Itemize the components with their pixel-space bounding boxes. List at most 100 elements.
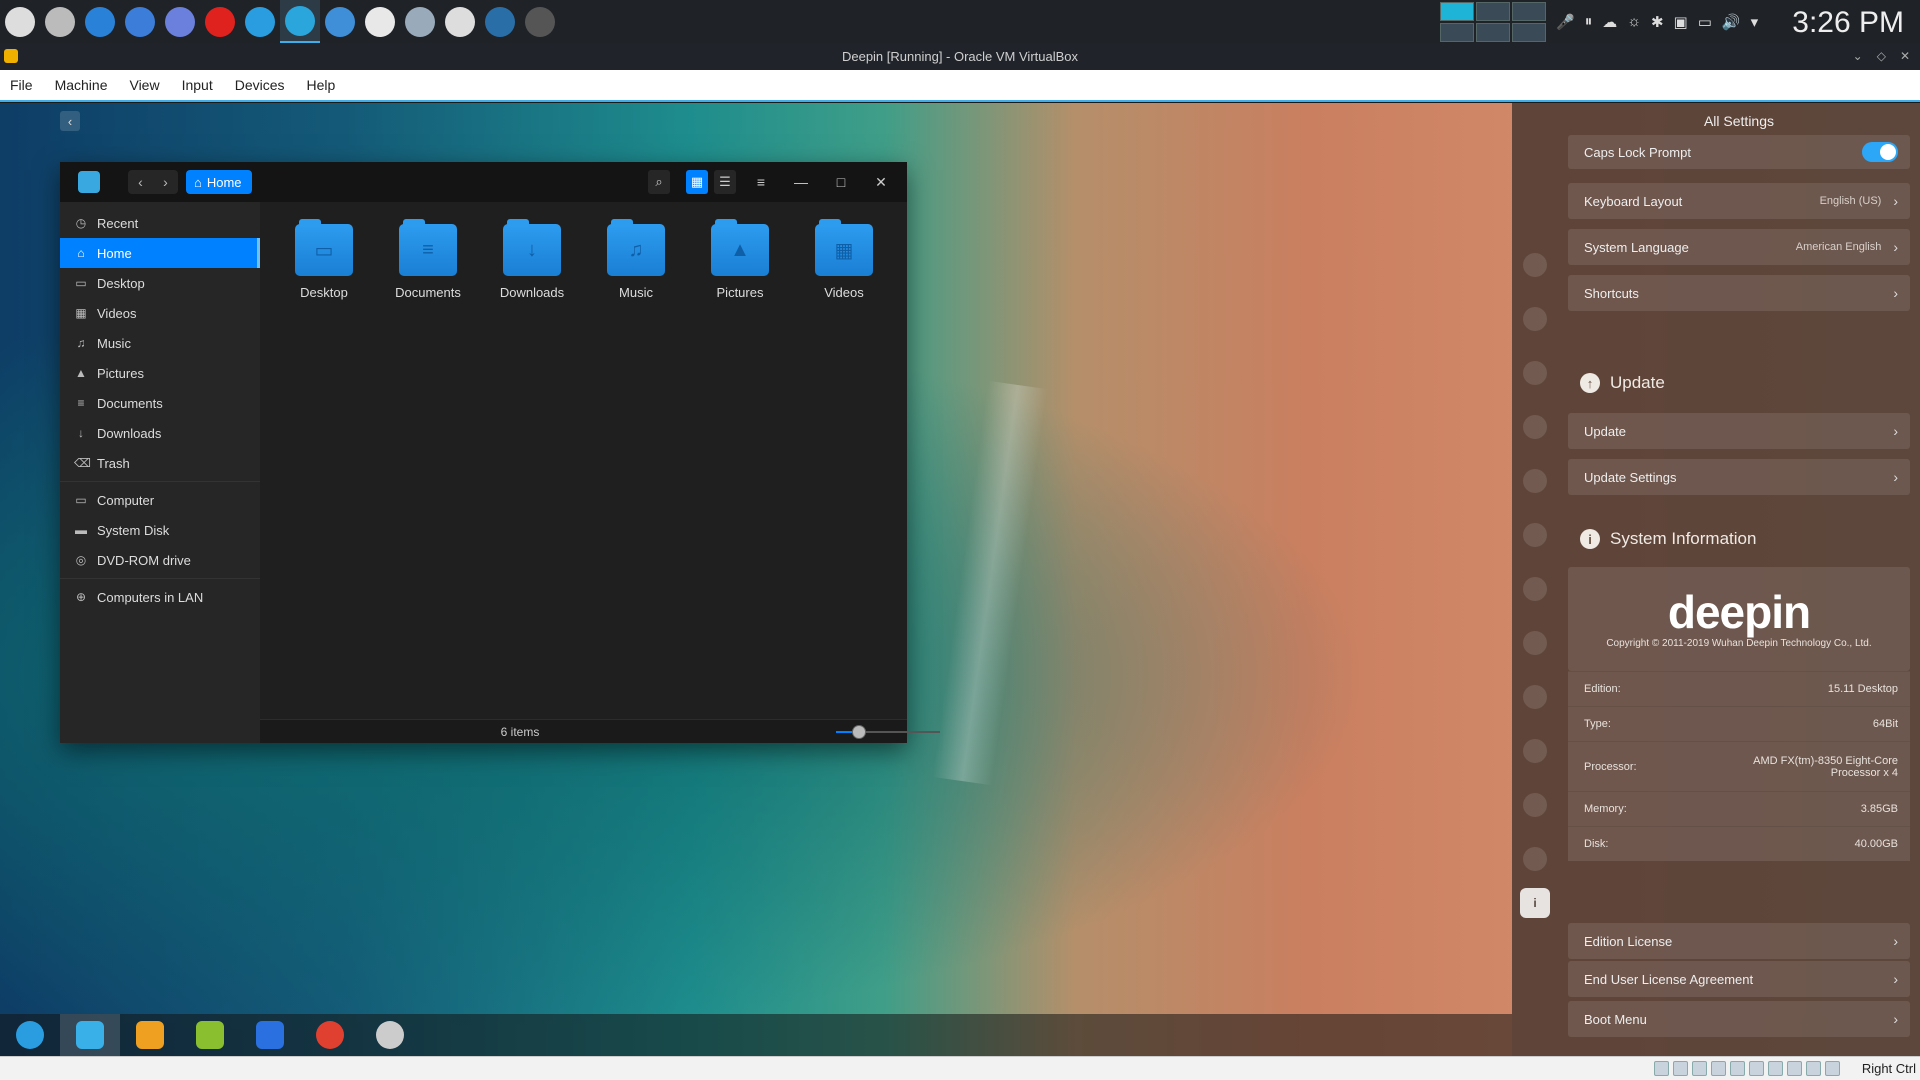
menu-icon[interactable]: ≡	[741, 162, 781, 202]
icon-view-icon[interactable]: ▦	[686, 170, 708, 194]
mouse-icon[interactable]	[1523, 739, 1547, 763]
power-icon[interactable]	[1523, 685, 1547, 709]
folder-downloads[interactable]: ↓ Downloads	[487, 219, 577, 300]
taskbar-item[interactable]	[360, 0, 400, 43]
setting-caps-lock-prompt[interactable]: Caps Lock Prompt	[1568, 135, 1910, 169]
forward-icon[interactable]: ›	[153, 170, 178, 194]
desktop-5[interactable]	[1476, 23, 1510, 42]
folder-pictures[interactable]: ▲ Pictures	[695, 219, 785, 300]
setting-shortcuts[interactable]: Shortcuts ›	[1568, 275, 1910, 311]
cloud-sync-icon[interactable]	[1523, 307, 1547, 331]
sidebar-item-system-disk[interactable]: ▬ System Disk	[60, 515, 260, 545]
close-icon[interactable]: ✕	[861, 162, 901, 202]
dock-item[interactable]	[0, 1014, 60, 1056]
setting-keyboard-layout[interactable]: Keyboard Layout English (US) ›	[1568, 183, 1910, 219]
sidebar-item-pictures[interactable]: ▲ Pictures	[60, 358, 260, 388]
back-icon[interactable]: ‹	[60, 111, 80, 131]
folder-documents[interactable]: ≡ Documents	[383, 219, 473, 300]
network-icon[interactable]	[1523, 523, 1547, 547]
taskbar-item[interactable]	[480, 0, 520, 43]
caps-lock-toggle[interactable]	[1862, 142, 1898, 162]
sound-icon[interactable]	[1523, 577, 1547, 601]
menu-view[interactable]: View	[129, 77, 159, 93]
maximize-icon[interactable]: ◇	[1877, 43, 1886, 70]
taskbar-item[interactable]	[280, 0, 320, 43]
search-icon[interactable]: ⌕	[648, 170, 670, 194]
folder-videos[interactable]: ▦ Videos	[799, 219, 889, 300]
setting-update[interactable]: Update ›	[1568, 413, 1910, 449]
setting-update-settings[interactable]: Update Settings ›	[1568, 459, 1910, 495]
hdd-icon[interactable]	[1654, 1061, 1669, 1076]
personalization-icon[interactable]	[1523, 469, 1547, 493]
virtual-desktop-pager[interactable]	[1440, 2, 1546, 42]
volume-icon[interactable]: 🔊	[1722, 13, 1741, 31]
sidebar-item-music[interactable]: ♫ Music	[60, 328, 260, 358]
tray-expand-icon[interactable]: ▾	[1751, 13, 1759, 31]
maximize-icon[interactable]: □	[821, 162, 861, 202]
mouse-icon[interactable]	[1825, 1061, 1840, 1076]
folder-desktop[interactable]: ▭ Desktop	[279, 219, 369, 300]
folder-music[interactable]: ♫ Music	[591, 219, 681, 300]
display-icon[interactable]: ▭	[1698, 13, 1712, 31]
time-icon[interactable]	[1523, 631, 1547, 655]
dock-item[interactable]	[360, 1014, 420, 1056]
display-icon[interactable]	[1523, 361, 1547, 385]
taskbar-item[interactable]	[160, 0, 200, 43]
desktop-3[interactable]	[1512, 2, 1546, 21]
menu-file[interactable]: File	[10, 77, 33, 93]
taskbar-item[interactable]	[80, 0, 120, 43]
account-icon[interactable]	[1523, 253, 1547, 277]
breadcrumb[interactable]: ⌂ Home	[186, 170, 252, 194]
link-edition-license[interactable]: Edition License ›	[1568, 923, 1910, 959]
cloud-icon[interactable]: ☁	[1602, 13, 1617, 31]
taskbar-item[interactable]	[200, 0, 240, 43]
minimize-icon[interactable]: ⌄	[1853, 43, 1863, 70]
microphone-icon[interactable]: 🎤	[1556, 13, 1575, 31]
dock-item[interactable]	[60, 1014, 120, 1056]
default-apps-icon[interactable]	[1523, 415, 1547, 439]
desktop-6[interactable]	[1512, 23, 1546, 42]
keyboard-icon[interactable]	[1523, 793, 1547, 817]
host-clock[interactable]: 3:26 PM	[1792, 6, 1904, 40]
menu-devices[interactable]: Devices	[235, 77, 285, 93]
close-icon[interactable]: ✕	[1900, 43, 1910, 70]
dock-item[interactable]	[120, 1014, 180, 1056]
bluetooth-icon[interactable]: ✱	[1651, 13, 1664, 31]
usb-icon[interactable]	[1730, 1061, 1745, 1076]
sidebar-item-desktop[interactable]: ▭ Desktop	[60, 268, 260, 298]
taskbar-item[interactable]	[0, 0, 40, 43]
taskbar-item[interactable]	[440, 0, 480, 43]
desktop-2[interactable]	[1476, 2, 1510, 21]
taskbar-item[interactable]	[320, 0, 360, 43]
setting-system-language[interactable]: System Language American English ›	[1568, 229, 1910, 265]
sidebar-item-documents[interactable]: ≡ Documents	[60, 388, 260, 418]
sidebar-item-computer[interactable]: ▭ Computer	[60, 485, 260, 515]
list-view-icon[interactable]: ☰	[714, 170, 736, 194]
update-icon[interactable]	[1523, 847, 1547, 871]
sidebar-item-videos[interactable]: ▦ Videos	[60, 298, 260, 328]
menu-help[interactable]: Help	[307, 77, 336, 93]
cpu-icon[interactable]	[1806, 1061, 1821, 1076]
desktop-4[interactable]	[1440, 23, 1474, 42]
sidebar-item-computers-in-lan[interactable]: ⊕ Computers in LAN	[60, 582, 260, 612]
taskbar-item[interactable]	[240, 0, 280, 43]
weather-icon[interactable]: ☼	[1627, 13, 1641, 30]
taskbar-item[interactable]	[120, 0, 160, 43]
sidebar-item-dvd-rom-drive[interactable]: ◎ DVD-ROM drive	[60, 545, 260, 575]
audio-icon[interactable]	[1692, 1061, 1707, 1076]
display-icon[interactable]	[1768, 1061, 1783, 1076]
link-end-user-license-agreement[interactable]: End User License Agreement ›	[1568, 961, 1910, 997]
network-icon[interactable]	[1711, 1061, 1726, 1076]
icon-size-slider[interactable]	[836, 725, 940, 739]
shared-folder-icon[interactable]	[1749, 1061, 1764, 1076]
slider-handle[interactable]	[851, 725, 866, 739]
dock-item[interactable]	[180, 1014, 240, 1056]
dock-item[interactable]	[240, 1014, 300, 1056]
menu-machine[interactable]: Machine	[55, 77, 108, 93]
back-icon[interactable]: ‹	[128, 170, 153, 194]
recording-icon[interactable]	[1787, 1061, 1802, 1076]
sidebar-item-trash[interactable]: ⌫ Trash	[60, 448, 260, 478]
sidebar-item-home[interactable]: ⌂ Home	[60, 238, 260, 268]
minimize-icon[interactable]: —	[781, 162, 821, 202]
taskbar-item[interactable]	[400, 0, 440, 43]
